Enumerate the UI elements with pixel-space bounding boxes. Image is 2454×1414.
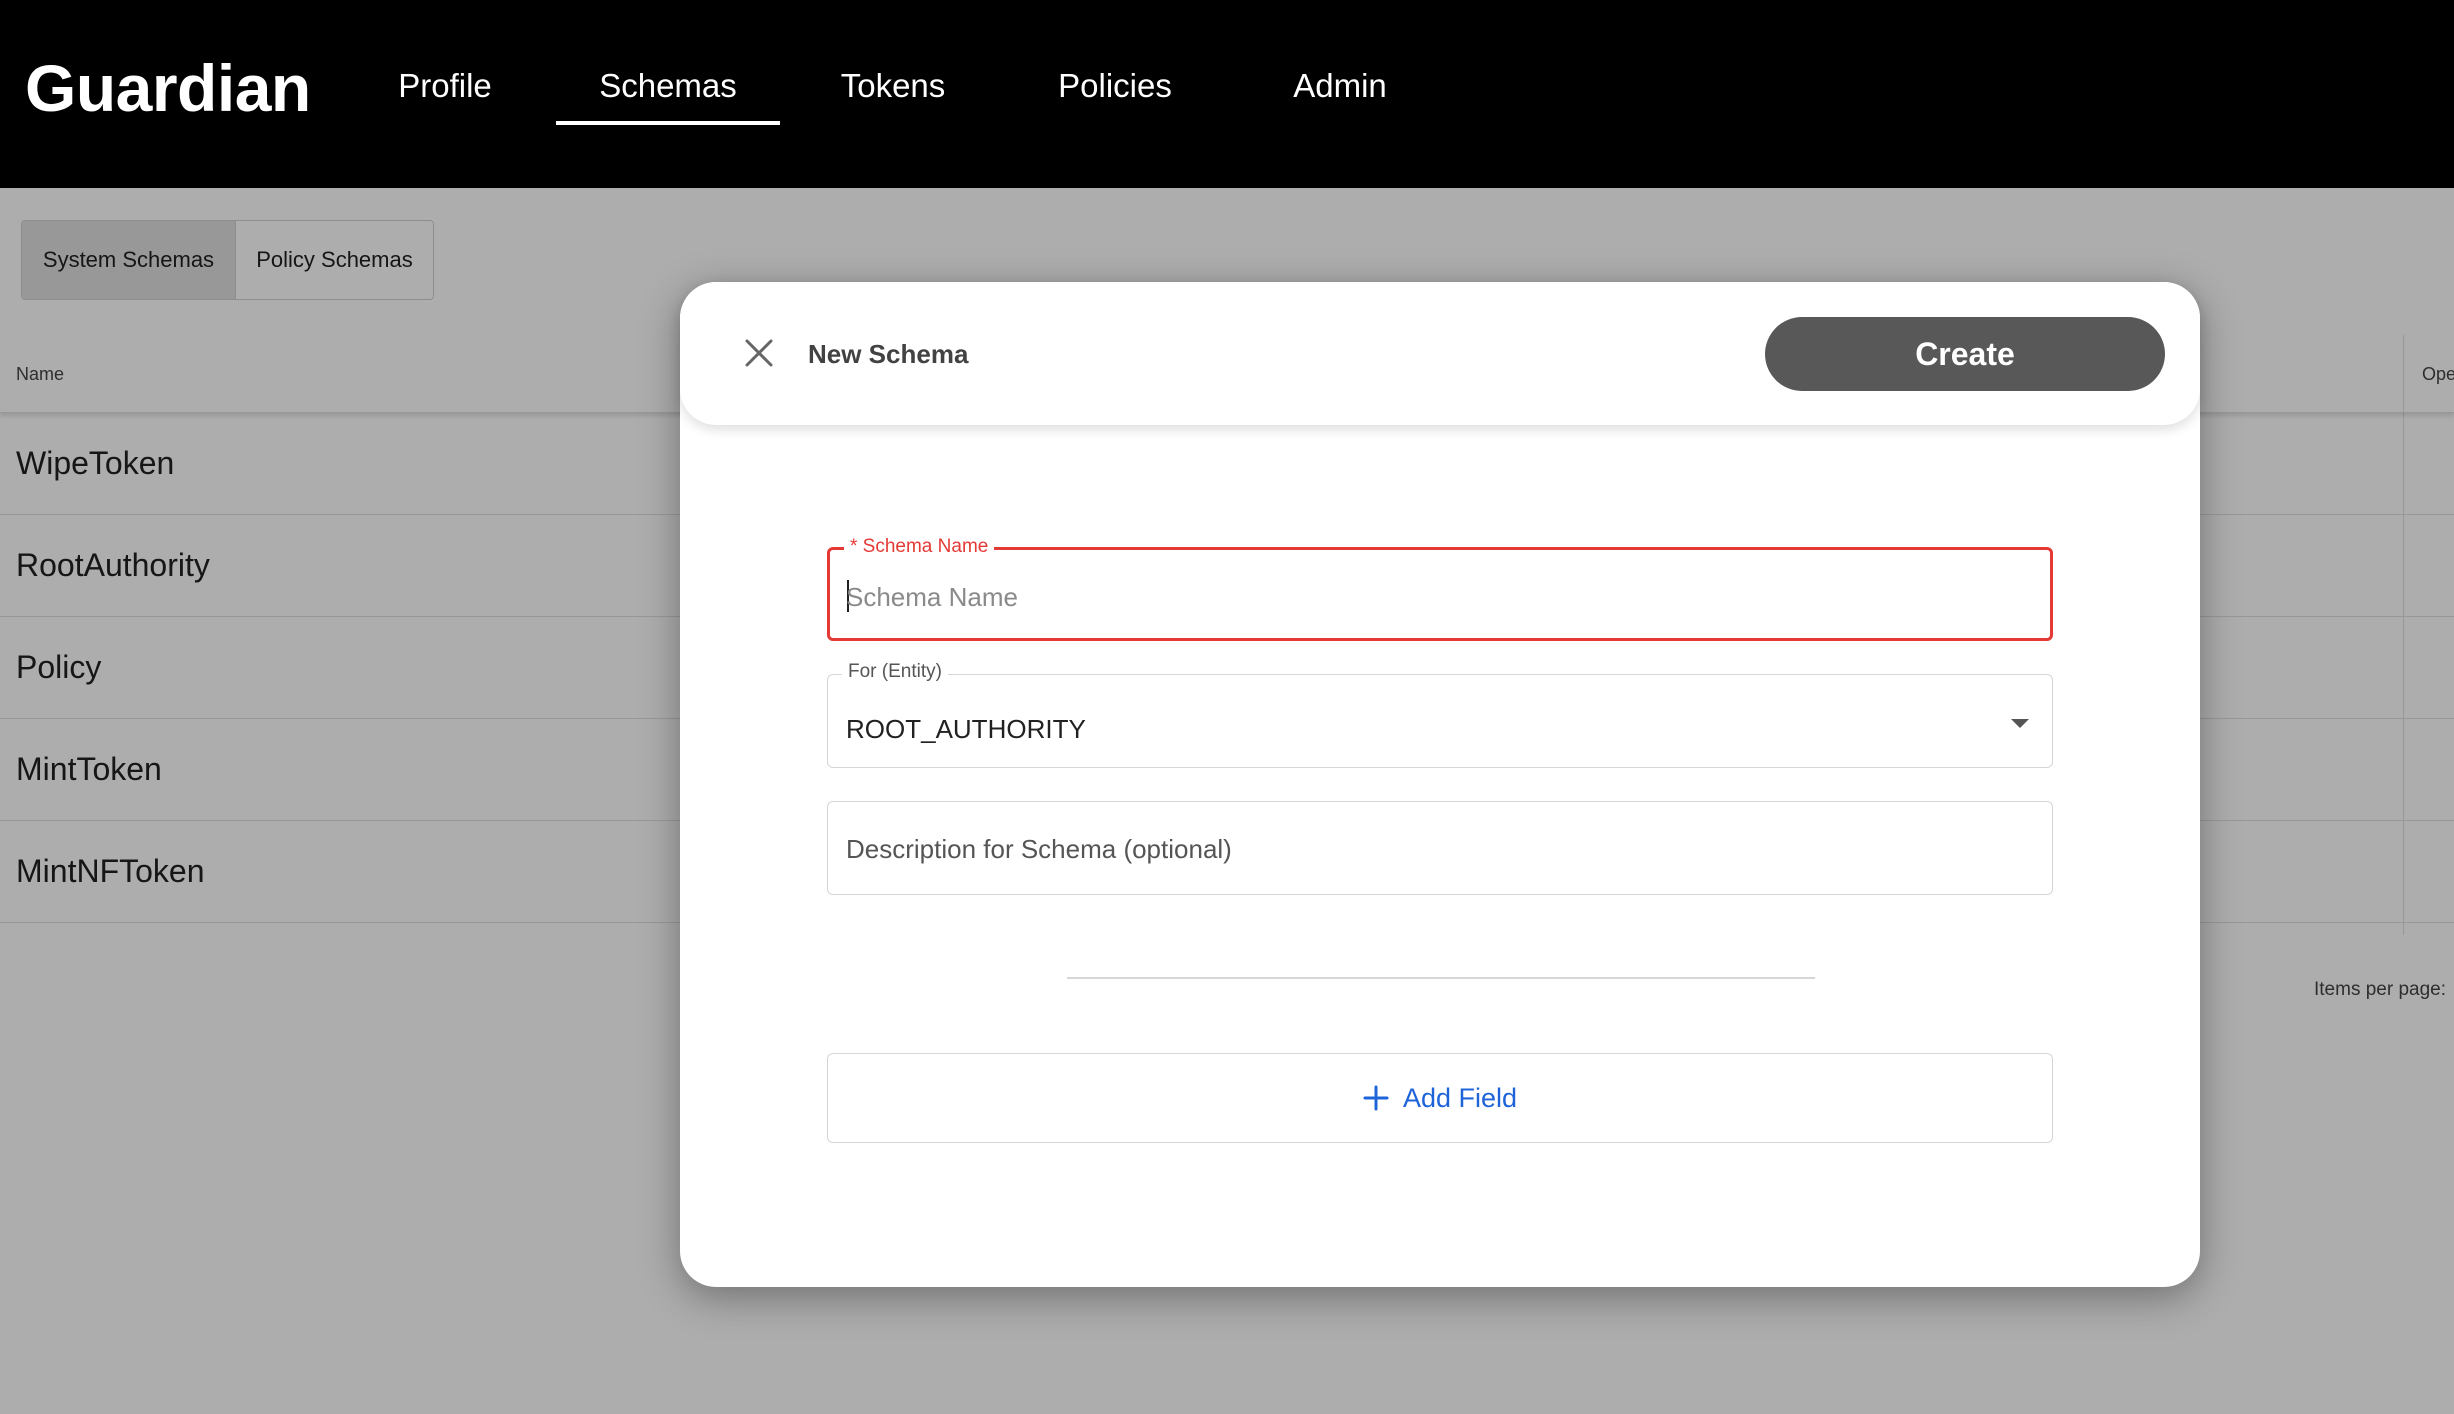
dialog-header: New Schema Create xyxy=(680,282,2200,425)
app-logo: Guardian xyxy=(25,51,311,125)
dialog-title: New Schema xyxy=(808,339,969,369)
entity-select[interactable]: For (Entity) ROOT_AUTHORITY xyxy=(827,660,2053,768)
add-field-button[interactable]: Add Field xyxy=(827,1053,2053,1143)
nav-policies[interactable]: Policies xyxy=(1055,63,1175,109)
entity-selected-value: ROOT_AUTHORITY xyxy=(846,714,1086,744)
plus-icon xyxy=(1363,1085,1389,1111)
close-icon xyxy=(745,339,773,367)
schema-name-input[interactable] xyxy=(846,578,2026,616)
nav-schemas[interactable]: Schemas xyxy=(556,63,780,109)
nav-admin[interactable]: Admin xyxy=(1290,63,1390,109)
nav-active-indicator xyxy=(556,121,780,125)
nav-tokens[interactable]: Tokens xyxy=(838,63,948,109)
add-field-label: Add Field xyxy=(1402,1083,1518,1113)
fields-divider xyxy=(1067,977,1815,979)
schema-name-field: * Schema Name xyxy=(827,535,2053,641)
description-field xyxy=(827,801,2053,895)
close-button[interactable] xyxy=(734,328,784,378)
description-input[interactable] xyxy=(846,830,2026,868)
entity-label: For (Entity) xyxy=(842,660,948,684)
create-button[interactable]: Create xyxy=(1765,317,2165,391)
top-header: Guardian Profile Schemas Tokens Policies… xyxy=(0,0,2454,188)
new-schema-dialog: New Schema Create * Schema Name For (Ent… xyxy=(680,282,2200,1287)
nav-profile[interactable]: Profile xyxy=(397,63,493,109)
schema-name-label: * Schema Name xyxy=(844,535,995,559)
chevron-down-icon[interactable] xyxy=(2011,719,2029,728)
